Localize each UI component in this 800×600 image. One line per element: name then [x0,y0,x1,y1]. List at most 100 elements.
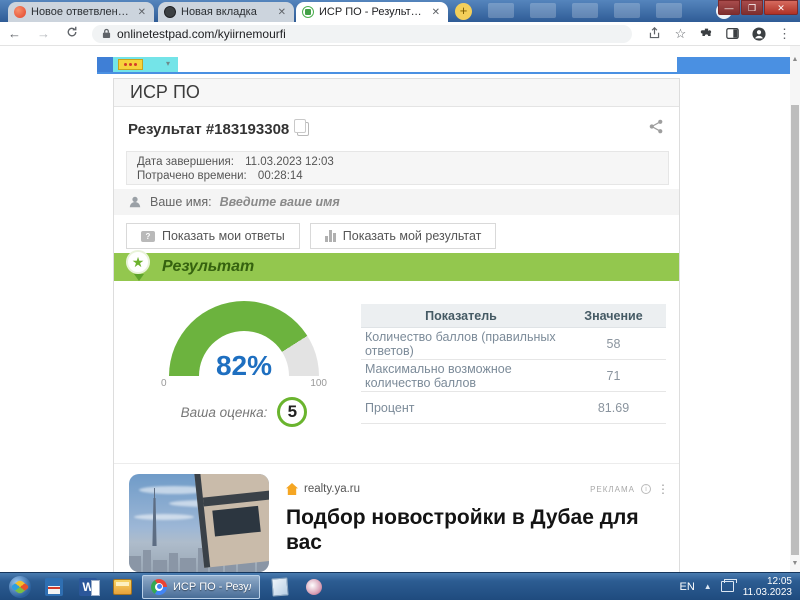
ad-image[interactable] [129,474,269,572]
copy-icon[interactable] [297,122,309,136]
windows-taskbar: W ИСР ПО - Резуль… EN ▲ 12:05 11.03.2023 [0,572,800,600]
browser-icon [164,6,176,18]
new-tab-button[interactable]: + [455,3,472,20]
toolbar-icons: ☆ ⋮ [647,26,792,41]
media-icon [306,579,322,595]
menu-dots-icon[interactable]: ⋮ [777,26,792,41]
row-label: Количество баллов (правильных ответов) [361,330,561,358]
system-tray: EN ▲ 12:05 11.03.2023 [679,576,800,598]
ad-source-row: realty.ya.ru РЕКЛАМА i ⋮ [286,482,669,496]
extensions-puzzle-icon[interactable] [699,26,714,41]
grade-label: Ваша оценка: [181,405,268,420]
word-icon: W [79,578,97,596]
table-row: Количество баллов (правильных ответов) 5… [361,328,666,360]
foreground-building [194,474,269,568]
ad-divider [114,463,679,464]
screen: Новое ответвление репозитор ✕ Новая вкла… [0,0,800,600]
taskbar-app-media[interactable] [300,575,328,599]
chrome-icon [151,579,167,595]
gauge-ticks: 0 100 [161,378,327,389]
tab-title: ИСР ПО - Результат онлайн тес [319,6,425,18]
taskbar-chrome-active[interactable]: ИСР ПО - Резуль… [142,575,260,599]
time-spent-value: 00:28:14 [258,170,303,182]
test-result-card: ИСР ПО Результат #183193308 Дата заверше… [113,78,680,572]
tray-expand-icon[interactable]: ▲ [704,582,712,591]
address-bar[interactable]: onlinetestpad.com/kyiirnemourfi [92,25,632,43]
name-input-placeholder[interactable]: Введите ваше имя [220,195,340,209]
maximize-button[interactable]: ❐ [741,0,763,15]
action-buttons: ? Показать мои ответы Показать мой резул… [126,223,496,249]
share-icon[interactable] [648,118,665,140]
show-result-button[interactable]: Показать мой результат [310,223,497,249]
ad-headline[interactable]: Подбор новостройки в Дубае для вас [286,506,669,556]
tab-close-icon[interactable]: ✕ [136,7,148,18]
taskbar-app-filemanager[interactable] [108,575,136,599]
scrollbar[interactable]: ▲ ▼ [790,46,800,572]
lock-icon [102,28,111,39]
aero-desktop-blur [572,3,598,18]
tab-close-icon[interactable]: ✕ [276,7,288,18]
taskbar-app-notepad[interactable] [266,575,294,599]
bookmark-star-icon[interactable]: ☆ [673,26,688,41]
notepad-icon [271,577,288,596]
back-icon[interactable]: ← [0,26,29,41]
close-button[interactable]: ✕ [764,0,798,15]
row-value: 81.69 [561,401,666,415]
start-button[interactable] [6,575,34,599]
taskbar-app-word[interactable]: W [74,575,102,599]
aero-desktop-blur [530,3,556,18]
taskbar-clock[interactable]: 12:05 11.03.2023 [743,576,792,598]
header-indicator: Показатель [361,309,561,323]
language-indicator[interactable]: EN [679,581,694,593]
tab-testpad-active[interactable]: ИСР ПО - Результат онлайн тес ✕ [296,2,448,22]
scroll-down-icon[interactable]: ▼ [790,558,800,570]
tab-title: Новая вкладка [181,6,271,18]
tray-window-icon[interactable] [721,581,734,592]
top-ad-banner[interactable]: ▾ [113,57,178,72]
browser-tab-strip: Новое ответвление репозитор ✕ Новая вкла… [0,0,800,22]
ad-site-url[interactable]: realty.ya.ru [304,483,360,495]
file-manager-icon [113,579,132,595]
ad-body: realty.ya.ru РЕКЛАМА i ⋮ Подбор новостро… [286,482,669,556]
share-export-icon[interactable] [647,26,662,41]
ad-menu-icon[interactable]: ⋮ [657,482,669,496]
gauge-arc: 82% [169,301,319,376]
scroll-up-icon[interactable]: ▲ [790,54,800,66]
result-banner-title: Результат [162,258,254,276]
user-name-row: Ваше имя: Введите ваше имя [114,189,679,215]
page-viewport: ▾ ▲ ▼ ИСР ПО Результат #183193308 [0,46,800,572]
bar-chart-icon [325,230,336,242]
house-icon [286,483,298,495]
tab-repository[interactable]: Новое ответвление репозитор ✕ [8,2,154,22]
tab-close-icon[interactable]: ✕ [430,7,442,18]
banner-fragment[interactable] [97,57,113,73]
onlinetestpad-icon [302,6,314,18]
ad-badges: РЕКЛАМА i ⋮ [590,482,669,496]
stats-table-header: Показатель Значение [361,304,666,328]
aero-desktop-blur [488,3,514,18]
minimize-button[interactable]: — [718,0,740,15]
tab-new-tab[interactable]: Новая вкладка ✕ [158,2,294,22]
result-title-row: Результат #183193308 [114,107,679,151]
reload-icon[interactable] [58,26,86,41]
stats-table: Показатель Значение Количество баллов (п… [361,304,666,424]
completion-date-label: Дата завершения: [137,156,234,168]
gauge-max: 100 [310,378,327,389]
profile-avatar-icon[interactable] [751,26,766,41]
banner-fragment-right[interactable] [677,57,790,74]
row-label: Максимально возможное количество баллов [361,362,561,390]
show-answers-button[interactable]: ? Показать мои ответы [126,223,300,249]
ad-info-icon[interactable]: i [641,484,651,494]
name-label: Ваше имя: [150,195,212,209]
sidebar-icon[interactable] [725,26,740,41]
browser-toolbar: ← → onlinetestpad.com/kyiirnemourfi ☆ ⋮ [0,22,800,46]
taskbar-app-floppy[interactable] [40,575,68,599]
url-text: onlinetestpad.com/kyiirnemourfi [117,27,286,41]
clock-time: 12:05 [743,576,792,587]
row-value: 71 [561,369,666,383]
window-controls: — ❐ ✕ [717,0,798,15]
banner-caret-icon[interactable]: ▾ [166,59,170,68]
row-value: 58 [561,337,666,351]
scrollbar-thumb[interactable] [791,105,799,555]
forward-icon[interactable]: → [29,26,58,41]
